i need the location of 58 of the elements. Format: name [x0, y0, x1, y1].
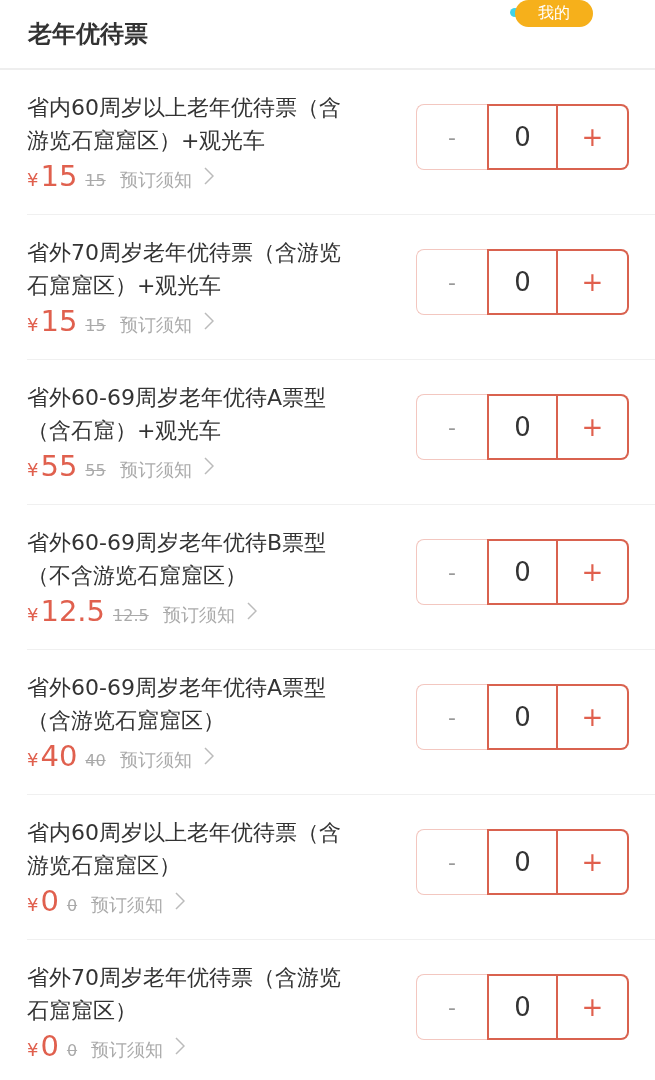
- increase-button[interactable]: +: [558, 829, 629, 895]
- chevron-right-icon: [246, 602, 257, 620]
- increase-button[interactable]: +: [558, 104, 629, 170]
- booking-notice-link[interactable]: 预订须知: [119, 313, 192, 337]
- original-price: 15: [85, 171, 106, 190]
- chevron-right-icon: [203, 312, 214, 330]
- currency-sign: ¥: [27, 894, 39, 915]
- ticket-name: 省外70周岁老年优待票（含游览 石窟窟区）: [27, 964, 341, 1025]
- ticket-name: 省内60周岁以上老年优待票（含 游览石窟窟区）: [27, 819, 341, 880]
- ticket-price: 0: [40, 884, 59, 918]
- increase-button[interactable]: +: [558, 684, 629, 750]
- currency-sign: ¥: [27, 604, 39, 625]
- chevron-right-icon: [203, 747, 214, 765]
- original-price: 0: [66, 1041, 78, 1060]
- increase-button[interactable]: +: [558, 539, 629, 605]
- quantity-field[interactable]: 0: [487, 394, 558, 460]
- ticket-price: 0: [40, 1029, 59, 1063]
- original-price: 12.5: [113, 606, 149, 625]
- original-price: 15: [85, 316, 106, 335]
- quantity-field[interactable]: 0: [487, 104, 558, 170]
- increase-button[interactable]: +: [558, 249, 629, 315]
- my-button[interactable]: 我的: [515, 0, 593, 27]
- booking-notice-link[interactable]: 预订须知: [91, 1038, 164, 1062]
- ticket-name: 省内60周岁以上老年优待票（含 游览石窟窟区）+观光车: [27, 94, 341, 155]
- booking-notice-link[interactable]: 预订须知: [91, 893, 164, 917]
- chevron-right-icon: [175, 892, 186, 910]
- currency-sign: ¥: [27, 749, 39, 770]
- currency-sign: ¥: [27, 459, 39, 480]
- booking-notice-link[interactable]: 预订须知: [119, 168, 192, 192]
- ticket-name: 省外70周岁老年优待票（含游览 石窟窟区）+观光车: [27, 239, 341, 300]
- ticket-price: 15: [40, 159, 78, 193]
- currency-sign: ¥: [27, 169, 39, 190]
- ticket-name: 省外60-69周岁老年优待A票型 （含石窟）+观光车: [27, 384, 326, 445]
- booking-notice-link[interactable]: 预订须知: [162, 603, 235, 627]
- currency-sign: ¥: [27, 1039, 39, 1060]
- ticket-name: 省外60-69周岁老年优待A票型 （含游览石窟窟区）: [27, 674, 326, 735]
- quantity-field[interactable]: 0: [487, 974, 558, 1040]
- ticket-name: 省外60-69周岁老年优待B票型 （不含游览石窟窟区）: [27, 529, 327, 590]
- ticket-price: 15: [40, 304, 78, 338]
- quantity-field[interactable]: 0: [487, 249, 558, 315]
- original-price: 40: [85, 751, 106, 770]
- chevron-right-icon: [175, 1037, 186, 1055]
- increase-button[interactable]: +: [558, 394, 629, 460]
- original-price: 0: [66, 896, 78, 915]
- quantity-field[interactable]: 0: [487, 829, 558, 895]
- quantity-field[interactable]: 0: [487, 684, 558, 750]
- increase-button[interactable]: +: [558, 974, 629, 1040]
- original-price: 55: [85, 461, 106, 480]
- ticket-price: 55: [40, 449, 78, 483]
- chevron-right-icon: [203, 457, 214, 475]
- booking-notice-link[interactable]: 预订须知: [119, 748, 192, 772]
- ticket-price: 12.5: [40, 594, 106, 628]
- quantity-field[interactable]: 0: [487, 539, 558, 605]
- ticket-price: 40: [40, 739, 78, 773]
- currency-sign: ¥: [27, 314, 39, 335]
- chevron-right-icon: [203, 167, 214, 185]
- page-title: 老年优待票: [28, 19, 148, 50]
- booking-notice-link[interactable]: 预订须知: [119, 458, 192, 482]
